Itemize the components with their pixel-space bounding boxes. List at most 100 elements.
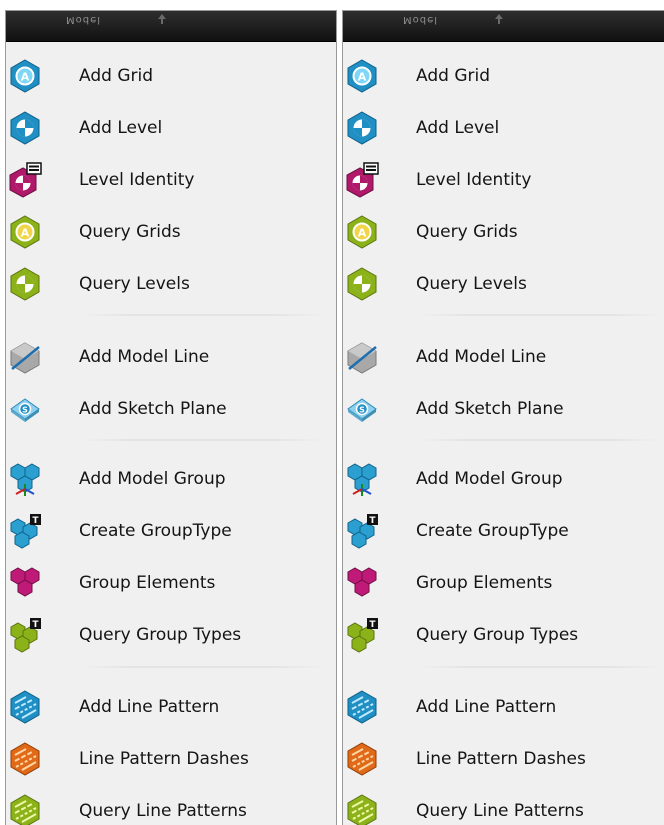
add-model-group-icon [10,463,40,496]
add-line-pattern-button[interactable]: Add Line Pattern [6,685,336,729]
line-pattern-dashes-icon [347,742,377,776]
ribbon-panel-left: Model A Add Grid Add Level Level Identit… [5,10,337,825]
menu-item-label: Line Pattern Dashes [79,749,249,769]
menu-item-label: Add Model Line [79,347,210,367]
query-line-patterns-icon [10,794,40,825]
svg-text:A: A [21,71,30,84]
menu-item-label: Line Pattern Dashes [416,749,586,769]
svg-text:A: A [358,227,367,240]
menu-item-label: Query Levels [416,274,527,294]
menu-item-label: Add Model Group [416,469,563,489]
menu-item-label: Query Grids [79,222,181,242]
line-pattern-dashes-button[interactable]: Line Pattern Dashes [343,737,664,781]
add-level-button[interactable]: Add Level [343,106,664,150]
level-identity-icon [9,162,42,198]
query-line-patterns-icon [347,794,377,825]
add-model-group-button[interactable]: Add Model Group [343,457,664,501]
query-levels-icon [347,267,377,301]
svg-text:S: S [359,406,365,415]
query-grids-button[interactable]: A Query Grids [6,210,336,254]
svg-text:A: A [358,71,367,84]
add-model-line-button[interactable]: Add Model Line [6,335,336,379]
query-levels-button[interactable]: Query Levels [343,262,664,306]
level-identity-icon [346,162,379,198]
query-line-patterns-button[interactable]: Query Line Patterns [343,789,664,825]
pin-icon[interactable] [493,13,505,25]
level-identity-button[interactable]: Level Identity [6,158,336,202]
query-levels-icon [10,267,40,301]
add-model-group-icon [347,463,377,496]
menu-item-label: Query Line Patterns [416,801,584,821]
query-group-types-icon: T [347,618,378,653]
app-window: Model A Add Grid Add Level Level Identit… [0,0,664,825]
separator [417,666,661,668]
line-pattern-dashes-icon [10,742,40,776]
add-level-icon [347,111,377,145]
query-line-patterns-button[interactable]: Query Line Patterns [6,789,336,825]
svg-text:S: S [22,406,28,415]
menu-item-label: Add Line Pattern [416,697,557,717]
add-grid-button[interactable]: A Add Grid [6,54,336,98]
create-grouptype-button[interactable]: T Create GroupType [343,509,664,553]
query-group-types-button[interactable]: T Query Group Types [6,613,336,657]
add-line-pattern-button[interactable]: Add Line Pattern [343,685,664,729]
group-elements-button[interactable]: Group Elements [343,561,664,605]
add-grid-icon: A [347,59,377,93]
menu-item-label: Level Identity [416,170,532,190]
add-sketch-plane-button[interactable]: S Add Sketch Plane [343,387,664,431]
add-sketch-plane-icon: S [10,398,40,422]
add-sketch-plane-button[interactable]: S Add Sketch Plane [6,387,336,431]
level-identity-button[interactable]: Level Identity [343,158,664,202]
menu-item-label: Add Grid [79,66,153,86]
add-model-line-icon [347,342,377,374]
query-grids-button[interactable]: A Query Grids [343,210,664,254]
add-line-pattern-icon [10,690,40,724]
menu-item-label: Query Grids [416,222,518,242]
menu-item-label: Add Level [416,118,500,138]
separator [417,439,661,441]
group-elements-icon [347,567,377,597]
query-group-types-button[interactable]: T Query Group Types [343,613,664,657]
separator [80,439,324,441]
menu-item-label: Query Group Types [79,625,242,645]
add-model-group-button[interactable]: Add Model Group [6,457,336,501]
menu-item-label: Add Level [79,118,163,138]
create-grouptype-icon: T [10,514,41,549]
svg-text:T: T [32,620,39,630]
pin-icon[interactable] [156,13,168,25]
separator [80,314,324,316]
svg-text:T: T [32,516,39,526]
query-group-types-icon: T [10,618,41,653]
panel-header: Model [343,11,664,42]
menu-item-label: Create GroupType [79,521,232,541]
create-grouptype-button[interactable]: T Create GroupType [6,509,336,553]
menu-item-label: Add Sketch Plane [79,399,227,419]
add-line-pattern-icon [347,690,377,724]
menu-item-label: Add Grid [416,66,490,86]
query-levels-button[interactable]: Query Levels [6,262,336,306]
svg-text:T: T [369,516,376,526]
group-elements-icon [10,567,40,597]
menu-item-label: Add Model Group [79,469,226,489]
add-grid-button[interactable]: A Add Grid [343,54,664,98]
menu-item-label: Group Elements [416,573,553,593]
ribbon-panel-right: Model A Add Grid Add Level Level Identit… [342,10,664,825]
add-level-icon [10,111,40,145]
menu-item-label: Add Model Line [416,347,547,367]
line-pattern-dashes-button[interactable]: Line Pattern Dashes [6,737,336,781]
add-model-line-icon [10,342,40,374]
svg-text:T: T [369,620,376,630]
separator [80,666,324,668]
panel-title: Model [403,14,439,25]
panel-header: Model [6,11,336,42]
separator [417,314,661,316]
menu-item-label: Query Group Types [416,625,579,645]
menu-item-label: Add Line Pattern [79,697,220,717]
panel-title: Model [66,14,102,25]
create-grouptype-icon: T [347,514,378,549]
add-model-line-button[interactable]: Add Model Line [343,335,664,379]
menu-item-label: Create GroupType [416,521,569,541]
menu-item-label: Query Line Patterns [79,801,247,821]
group-elements-button[interactable]: Group Elements [6,561,336,605]
add-level-button[interactable]: Add Level [6,106,336,150]
